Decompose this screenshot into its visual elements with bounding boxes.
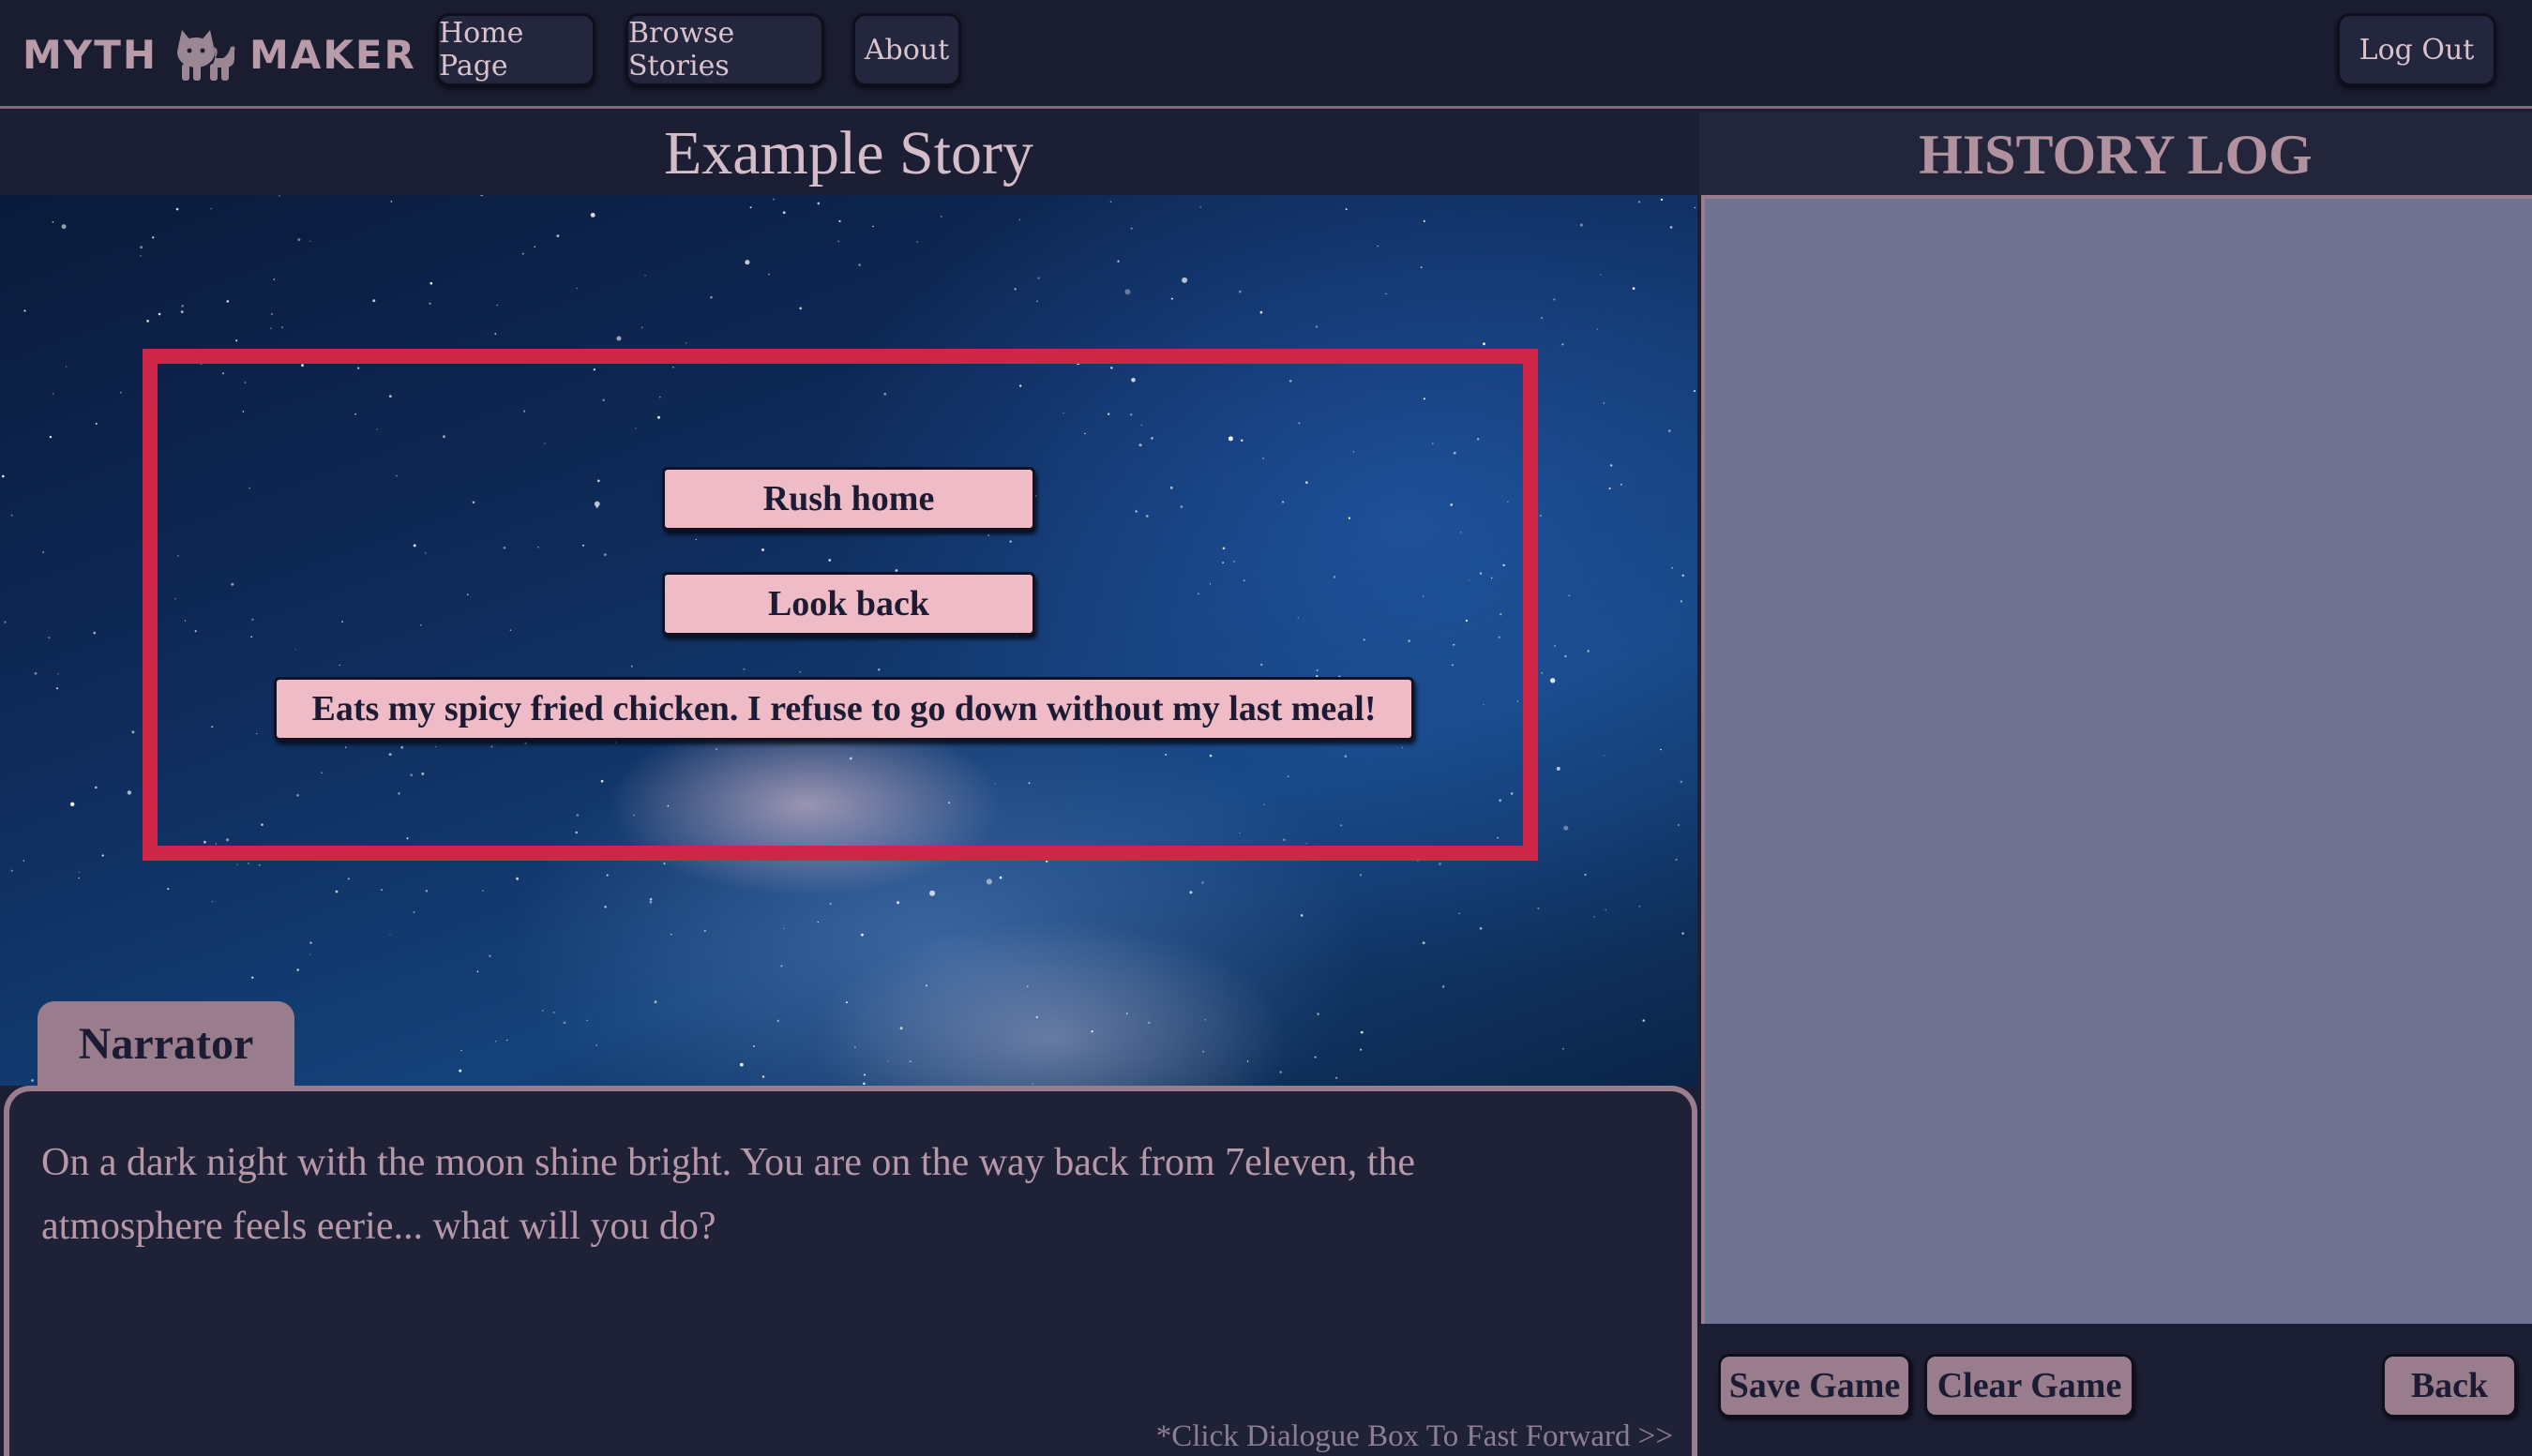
fast-forward-hint: *Click Dialogue Box To Fast Forward >>: [1155, 1419, 1673, 1453]
dialogue-text: On a dark night with the moon shine brig…: [41, 1141, 1416, 1248]
story-stage: Rush home Look back Eats my spicy fried …: [0, 195, 1697, 1086]
logo-text-myth: MYTH: [23, 31, 158, 78]
choice-eat-chicken-button[interactable]: Eats my spicy fried chicken. I refuse to…: [274, 677, 1414, 741]
browse-stories-button[interactable]: Browse Stories: [625, 13, 824, 86]
cat-icon: [177, 30, 235, 81]
choices-panel: Rush home Look back Eats my spicy fried …: [143, 349, 1538, 861]
about-button[interactable]: About: [852, 13, 961, 86]
story-title: Example Story: [0, 113, 1697, 195]
clear-game-button[interactable]: Clear Game: [1924, 1354, 2134, 1418]
history-log-title: HISTORY LOG: [1699, 113, 2532, 197]
top-navbar: MYTH MAKER Home Page Browse Stories Abou…: [0, 0, 2532, 109]
save-game-button[interactable]: Save Game: [1718, 1354, 1911, 1418]
choice-rush-home-button[interactable]: Rush home: [662, 467, 1035, 531]
home-page-button[interactable]: Home Page: [436, 13, 595, 86]
choice-look-back-button[interactable]: Look back: [662, 572, 1035, 636]
back-button[interactable]: Back: [2382, 1354, 2517, 1418]
speaker-name-tab: Narrator: [38, 1001, 294, 1086]
dialogue-box[interactable]: On a dark night with the moon shine brig…: [4, 1086, 1697, 1456]
log-out-button[interactable]: Log Out: [2337, 13, 2496, 86]
history-log-panel[interactable]: [1701, 195, 2532, 1324]
logo[interactable]: MYTH MAKER: [23, 26, 416, 83]
logo-text-maker: MAKER: [249, 31, 416, 78]
